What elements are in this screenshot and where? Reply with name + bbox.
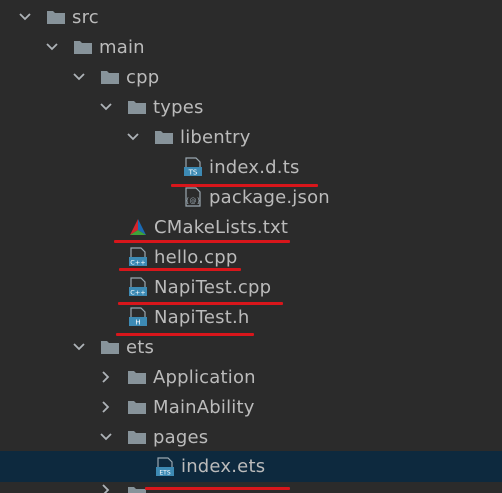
header-file-icon: H [128, 307, 148, 327]
tree-row-cmakelists[interactable]: CMakeLists.txt [0, 212, 502, 242]
tree-row-cpp[interactable]: cpp [0, 62, 502, 92]
ets-badge: ETS [159, 469, 170, 476]
folder-icon [100, 337, 120, 357]
tree-row-types[interactable]: types [0, 92, 502, 122]
tree-label-cmakelists: CMakeLists.txt [154, 216, 289, 238]
json-badge: {@} [185, 197, 201, 205]
tree-label-mainability: MainAbility [153, 396, 255, 418]
typescript-file-icon: TS [183, 157, 203, 177]
chevron-right-icon[interactable] [99, 400, 113, 414]
tree-label-src: src [72, 6, 99, 28]
chevron-down-icon[interactable] [126, 130, 140, 144]
ts-badge: TS [188, 169, 198, 177]
tree-row-application[interactable]: Application [0, 362, 502, 392]
tree-row-pages[interactable]: pages [0, 422, 502, 452]
h-badge: H [135, 319, 140, 327]
chevron-down-icon[interactable] [99, 100, 113, 114]
tree-label-application: Application [153, 366, 256, 388]
folder-icon [73, 37, 93, 57]
annotation-underline-index-ets [145, 487, 290, 490]
annotation-underline-napitest-cpp [118, 302, 283, 305]
cpp-file-icon: C++ [128, 247, 148, 267]
cpp-file-icon: C++ [128, 277, 148, 297]
chevron-down-icon[interactable] [18, 10, 32, 24]
folder-icon [127, 97, 147, 117]
tree-row-libentry[interactable]: libentry [0, 122, 502, 152]
tree-label-index-ets: index.ets [181, 456, 266, 477]
tree-row-main[interactable]: main [0, 32, 502, 62]
tree-row-index-ets[interactable]: ETS index.ets [0, 451, 502, 482]
cpp-badge: C++ [130, 289, 145, 297]
chevron-down-icon[interactable] [72, 70, 86, 84]
tree-label-napitest-h: NapiTest.h [154, 306, 250, 328]
tree-label-types: types [153, 96, 204, 118]
chevron-down-icon[interactable] [45, 40, 59, 54]
tree-row-src[interactable]: src [0, 2, 502, 32]
tree-row-ets[interactable]: ets [0, 332, 502, 362]
tree-row-mainability[interactable]: MainAbility [0, 392, 502, 422]
tree-label-main: main [99, 36, 145, 58]
folder-icon [127, 427, 147, 447]
json-file-icon: {@} [183, 187, 203, 207]
tree-row-napitest-h[interactable]: H NapiTest.h [0, 302, 502, 332]
folder-icon [127, 397, 147, 417]
folder-icon [46, 7, 66, 27]
folder-icon [127, 483, 147, 493]
tree-label-index-d-ts: index.d.ts [209, 156, 300, 178]
tree-row-hello-cpp[interactable]: C++ hello.cpp [0, 242, 502, 272]
annotation-underline-napitest-h [116, 333, 254, 336]
tree-label-package-json: package.json [209, 186, 330, 208]
cmake-icon [128, 217, 148, 237]
tree-label-hello-cpp: hello.cpp [154, 246, 238, 268]
tree-label-cpp: cpp [126, 66, 160, 88]
folder-icon [100, 67, 120, 87]
cpp-badge: C++ [130, 259, 145, 267]
tree-row-index-d-ts[interactable]: TS index.d.ts [0, 152, 502, 182]
tree-label-pages: pages [153, 426, 209, 448]
tree-label-libentry: libentry [180, 126, 251, 148]
tree-label-ets: ets [126, 336, 155, 358]
annotation-underline-cmakelists [114, 240, 290, 243]
chevron-down-icon[interactable] [99, 430, 113, 444]
annotation-underline-hello-cpp [119, 268, 241, 271]
folder-icon [127, 367, 147, 387]
ets-file-icon: ETS [155, 456, 175, 477]
chevron-right-icon [99, 483, 113, 493]
tree-label-napitest-cpp: NapiTest.cpp [154, 276, 272, 298]
chevron-right-icon[interactable] [99, 370, 113, 384]
folder-icon [154, 127, 174, 147]
chevron-down-icon[interactable] [72, 340, 86, 354]
annotation-underline-index-d-ts [171, 184, 318, 187]
tree-row-napitest-cpp[interactable]: C++ NapiTest.cpp [0, 272, 502, 302]
